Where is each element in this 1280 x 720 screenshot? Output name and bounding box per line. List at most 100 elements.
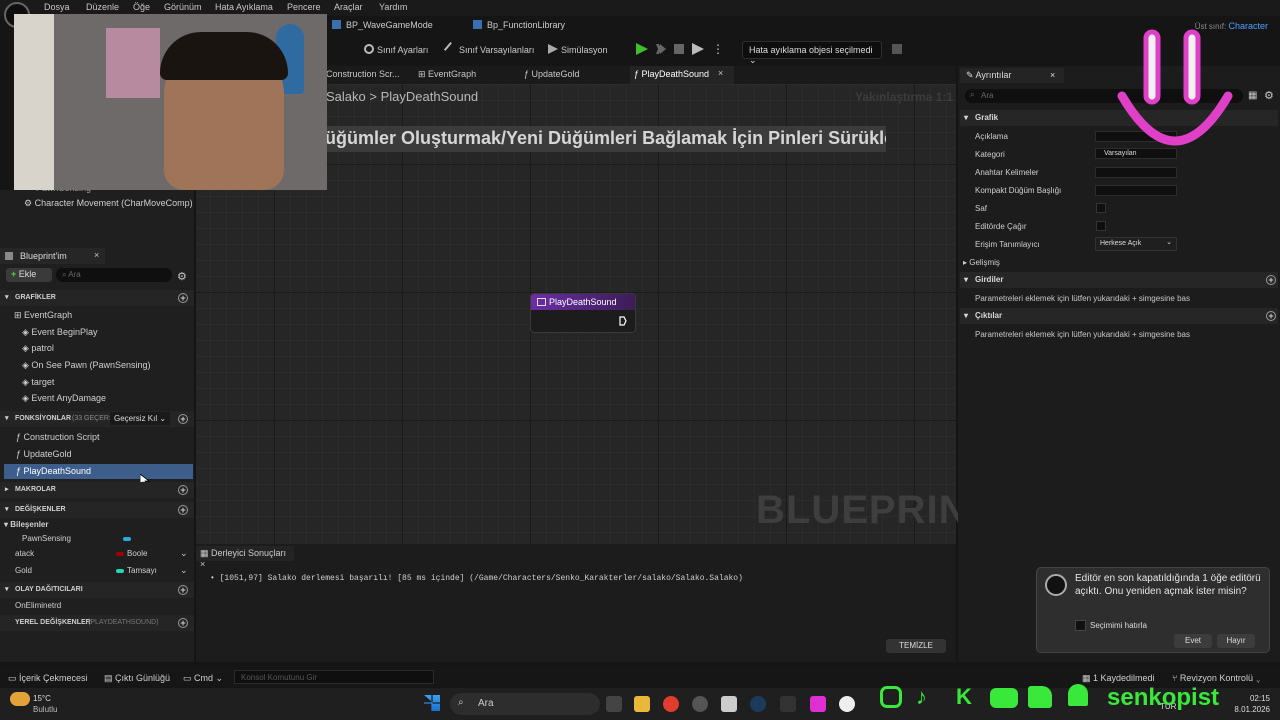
override-dropdown[interactable]: Geçersiz Kıl ⌄ [110,412,170,425]
function-entry-node[interactable]: PlayDeathSound [530,293,636,333]
console-command-input[interactable]: Konsol Komutunu Gir [234,670,434,684]
epic-games-icon[interactable] [780,696,796,712]
add-input-icon[interactable]: + [1266,275,1276,285]
add-button[interactable]: + Ekle [6,268,52,282]
compact-title-field[interactable] [1095,185,1177,196]
chrome-icon[interactable] [663,696,679,712]
no-button[interactable]: Hayır [1217,634,1255,648]
menu-dosya[interactable]: Dosya [44,2,70,12]
play-icon[interactable] [636,43,648,55]
outputs-section[interactable]: ▾ Çıktılar + [960,308,1278,324]
menu-araclar[interactable]: Araçlar [334,2,363,12]
add-variable-icon[interactable]: + [178,505,188,515]
macros-category[interactable]: ▸ MAKROLAR + [0,482,194,498]
content-drawer-button[interactable]: ▭ İçerik Çekmecesi [8,673,88,684]
simulation-button[interactable]: Simülasyon [548,44,608,55]
tree-function-construction-script[interactable]: ƒ Construction Script [16,432,210,449]
blueprint-search-input[interactable]: ⌕ Ara [56,268,172,282]
chevron-down-icon[interactable]: ⌄ [180,565,188,576]
event-dispatchers-category[interactable]: ▾ OLAY DAĞITICILARI + [0,582,194,598]
asset-tab-function-library[interactable]: Bp_FunctionLibrary [473,20,565,34]
file-explorer-icon[interactable] [634,696,650,712]
possess-icon[interactable] [692,43,704,55]
variable-atack[interactable]: atack Boole ⌄ [0,548,194,565]
tab-play-death-sound[interactable]: ƒ PlayDeathSound [634,69,709,79]
clear-button[interactable]: TEMİZLE [886,639,946,653]
menu-pencere[interactable]: Pencere [287,2,321,12]
task-view-icon[interactable] [606,696,622,712]
add-function-icon[interactable]: + [178,414,188,424]
yes-button[interactable]: Evet [1174,634,1212,648]
remember-checkbox[interactable] [1075,620,1086,631]
add-output-icon[interactable]: + [1266,311,1276,321]
asset-tab-wave-game-mode[interactable]: BP_WaveGameMode [332,20,433,34]
class-settings-button[interactable]: Sınıf Ayarları [364,44,428,55]
exec-pin-icon[interactable] [619,316,627,326]
unsaved-button[interactable]: ▦ 1 Kaydedilmedi [1082,673,1155,684]
tree-event-patrol[interactable]: ◈ patrol [22,343,216,360]
store-icon[interactable] [721,696,737,712]
local-variables-category[interactable]: YEREL DEĞİŞKENLER (PLAYDEATHSOUND) + [0,615,194,631]
gear-icon[interactable]: ⚙ [177,270,187,283]
compiler-results-tab[interactable]: ▦ Derleyici Sonuçları × [196,546,294,569]
add-local-variable-icon[interactable]: + [178,618,188,628]
weather-icon[interactable] [10,692,30,706]
cmd-dropdown[interactable]: ▭ Cmd ⌄ [183,673,223,684]
class-defaults-button[interactable]: Sınıf Varsayılanları [443,41,534,57]
revision-control-button[interactable]: ⑂ Revizyon Kontrolü ⌄ [1172,673,1261,683]
github-icon[interactable] [692,696,708,712]
graphs-category[interactable]: ▾ GRAFİKLER + [0,290,194,306]
output-log-button[interactable]: ▤ Çıktı Günlüğü [104,673,170,684]
add-macro-icon[interactable]: + [178,485,188,495]
pure-checkbox[interactable] [1096,203,1106,213]
close-icon[interactable]: × [94,250,99,260]
tab-construction-script[interactable]: Construction Scr... [326,69,400,79]
add-graph-icon[interactable]: + [178,293,188,303]
gear-icon[interactable]: ⚙ [1264,89,1274,102]
step-icon[interactable] [656,44,666,54]
close-icon[interactable]: × [1050,70,1055,80]
menu-duzenle[interactable]: Düzenle [86,2,119,12]
debug-object-select[interactable]: Hata ayıklama objesi seçilmedi ⌄ [742,41,882,65]
chevron-down-icon[interactable]: ⌄ [180,548,188,559]
category-label: OLAY DAĞITICILARI [15,586,83,593]
play-options-icon[interactable]: ⋮ [712,42,724,56]
my-blueprint-tab[interactable]: Blueprint'im × [0,248,105,264]
unreal-taskbar-icon[interactable] [839,696,855,712]
variable-gold[interactable]: Gold Tamsayı ⌄ [0,565,194,582]
add-dispatcher-icon[interactable]: + [178,585,188,595]
close-tab-icon[interactable]: × [718,68,723,78]
menu-gorunum[interactable]: Görünüm [164,2,202,12]
inputs-section[interactable]: ▾ Girdiler + [960,272,1278,288]
tree-event-graph[interactable]: ⊞ EventGraph [14,310,208,327]
variables-category[interactable]: ▾ DEĞİŞKENLER + [0,502,194,518]
tree-event-begin-play[interactable]: ◈ Event BeginPlay [22,327,216,344]
find-debug-icon[interactable] [892,44,902,54]
functions-category[interactable]: ▾ FONKSİYONLAR (33 GEÇERSİZ Geçersiz Kıl ⌄ + [0,411,194,427]
prop-category-label: Kategori [975,150,1005,159]
call-in-editor-checkbox[interactable] [1096,221,1106,231]
variable-type-pill [123,537,131,541]
component-character-movement[interactable]: ⚙ Character Movement (CharMoveComp) [24,198,218,215]
hair-shape [160,32,288,80]
steam-icon[interactable] [750,696,766,712]
tree-event-on-see-pawn[interactable]: ◈ On See Pawn (PawnSensing) [22,360,216,377]
tree-event-any-damage[interactable]: ◈ Event AnyDamage [22,393,216,410]
advanced-toggle[interactable]: ▸ Gelişmiş [963,258,1000,267]
menu-yardim[interactable]: Yardım [379,2,407,12]
menu-hata-ayiklama[interactable]: Hata Ayıklama [215,2,273,12]
taskbar-search[interactable]: ⌕ Ara [450,693,600,715]
access-specifier-dropdown[interactable]: Herkese Açık ⌄ [1095,237,1177,251]
details-tab[interactable]: ✎ Ayrıntılar × [960,68,1064,83]
menu-oge[interactable]: Öğe [133,2,150,12]
keywords-field[interactable] [1095,167,1177,178]
tree-function-play-death-sound[interactable]: ƒ PlayDeathSound [16,466,210,483]
app-icon[interactable] [810,696,826,712]
tab-update-gold[interactable]: ƒ UpdateGold [524,69,580,79]
close-icon[interactable]: × [200,559,205,569]
table-view-icon[interactable]: ▦ [1248,90,1257,101]
breadcrumb-root[interactable]: Salako [326,89,366,104]
tree-event-target[interactable]: ◈ target [22,377,216,394]
stop-icon[interactable] [674,44,684,54]
tab-event-graph[interactable]: ⊞ EventGraph [418,69,476,80]
